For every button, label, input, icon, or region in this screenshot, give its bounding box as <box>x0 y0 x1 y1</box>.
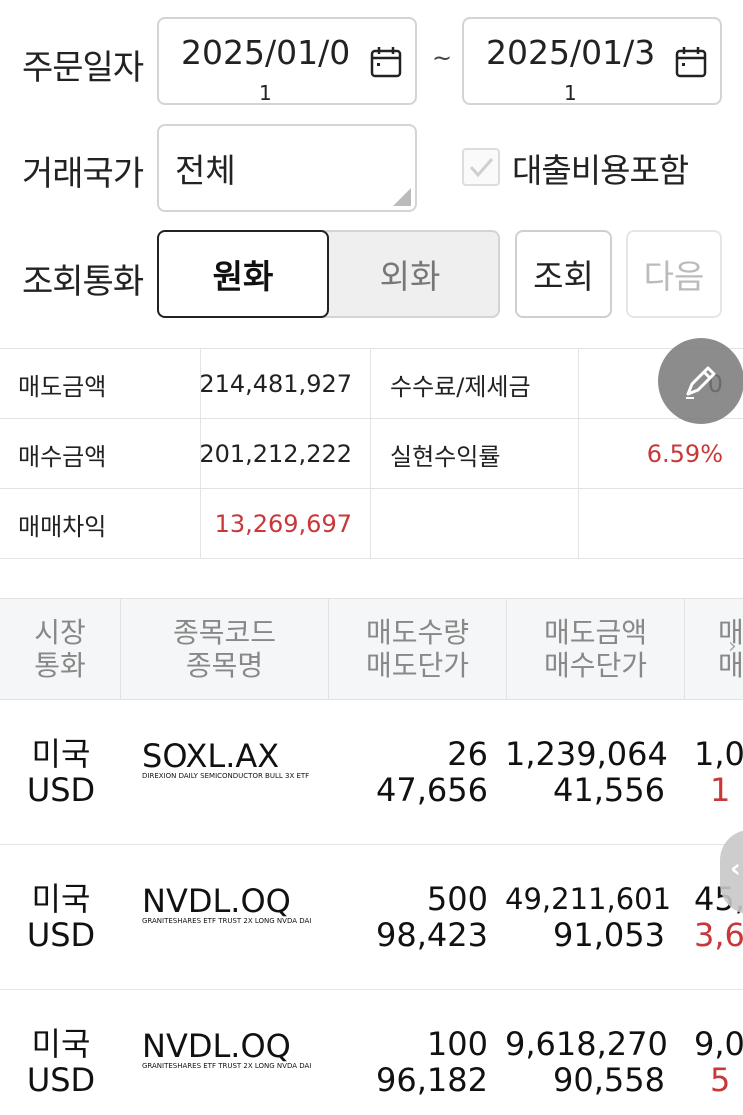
summary-table: 매도금액 214,481,927 수수료/제세금 0 매수금액 201,212,… <box>0 348 743 559</box>
trade-table-header: 시장 통화 종목코드 종목명 매도수량 매도단가 매도금액 매수단가 매 매 <box>0 598 743 700</box>
calendar-icon[interactable] <box>674 45 708 79</box>
market: 미국 <box>31 1025 91 1063</box>
end-date-value: 2025/01/3 <box>486 33 656 72</box>
sell-qty: 26 <box>447 735 488 773</box>
start-date-value: 2025/01/0 <box>181 33 351 72</box>
summary-row: 매수금액 201,212,222 실현수익률 6.59% <box>0 419 743 489</box>
sell-amount-buy-price-cell: 9,618,270 90,558 <box>505 1025 668 1099</box>
chevron-left-icon: ‹ <box>730 854 741 884</box>
sell-qty-price-cell: 500 98,423 <box>330 881 488 953</box>
summary-label: 매매차익 <box>18 512 107 541</box>
sell-qty-price-cell: 100 96,182 <box>330 1026 488 1098</box>
stock-code: NVDL.OQ <box>142 1027 291 1065</box>
calendar-icon[interactable] <box>369 45 403 79</box>
truncated-top: 9,0 <box>694 1025 743 1063</box>
pencil-icon <box>686 366 716 399</box>
buy-price: 90,558 <box>553 1061 665 1099</box>
stock-code: NVDL.OQ <box>142 882 291 920</box>
header-line: 매도수량 <box>365 616 470 649</box>
market-cell: 미국 USD <box>26 881 96 953</box>
truncated-cell: 9,0 5 <box>694 1026 743 1098</box>
col-code-name[interactable]: 종목코드 종목명 <box>121 599 329 699</box>
col-market-currency[interactable]: 시장 통화 <box>0 599 121 699</box>
stock-name: DIREXION DAILY SEMICONDUCTOR BULL 3X ETF <box>142 772 310 780</box>
buy-price: 41,556 <box>553 771 665 809</box>
summary-value: 201,212,222 <box>199 440 352 468</box>
market: 미국 <box>31 880 91 918</box>
header-line: 통화 <box>34 649 86 682</box>
summary-value: 6.59% <box>646 440 723 468</box>
sell-price: 47,656 <box>376 771 488 809</box>
table-row[interactable]: 미국 USD NVDL.OQ GRANITESHARES ETF TRUST 2… <box>0 845 743 990</box>
summary-value <box>580 489 723 559</box>
stock-name: GRANITESHARES ETF TRUST 2X LONG NVDA DAI <box>142 1062 312 1070</box>
summary-label: 매도금액 <box>18 372 107 401</box>
sell-amount: 49,211,601 <box>505 882 672 916</box>
currency: USD <box>26 771 96 809</box>
sell-price: 98,423 <box>376 916 488 954</box>
truncated-bottom: 1 <box>710 771 731 809</box>
stock-code: SOXL.AX <box>142 737 280 775</box>
sell-amount: 9,618,270 <box>505 1025 668 1063</box>
sell-price: 96,182 <box>376 1061 488 1099</box>
sell-qty: 500 <box>426 880 488 918</box>
truncated-cell: 1,0 1 <box>694 736 743 808</box>
currency-label: 조회통화 <box>22 262 144 302</box>
summary-label: 수수료/제세금 <box>390 372 531 401</box>
loan-cost-checkbox[interactable] <box>462 148 500 186</box>
header-line: 시장 <box>34 616 86 649</box>
date-range-separator: ~ <box>432 44 453 72</box>
sell-amount-buy-price-cell: 1,239,064 41,556 <box>505 735 668 809</box>
summary-value: 214,481,927 <box>199 370 352 398</box>
edit-fab-button[interactable] <box>658 338 743 424</box>
col-sell-amount-buy-price[interactable]: 매도금액 매수단가 <box>507 599 685 699</box>
header-line: 매도금액 <box>543 616 648 649</box>
summary-label: 매수금액 <box>18 442 107 471</box>
summary-value: 13,269,697 <box>214 510 352 538</box>
next-button[interactable]: 다음 <box>626 230 722 318</box>
header-line: 매수단가 <box>543 649 648 682</box>
end-date-field[interactable]: 2025/01/3 1 <box>462 17 722 105</box>
sell-qty-price-cell: 26 47,656 <box>330 736 488 808</box>
sell-amount-buy-price-cell: 49,211,601 91,053 <box>505 881 672 954</box>
header-line: 종목코드 <box>172 616 277 649</box>
market: 미국 <box>31 735 91 773</box>
header-line: 매도단가 <box>365 649 470 682</box>
market-cell: 미국 USD <box>26 736 96 808</box>
end-date-wrap: 1 <box>564 81 577 105</box>
check-icon <box>469 158 494 178</box>
currency-krw-button[interactable]: 원화 <box>157 230 329 318</box>
summary-row: 매매차익 13,269,697 <box>0 489 743 559</box>
resize-grip-icon <box>393 188 411 206</box>
stock-name: GRANITESHARES ETF TRUST 2X LONG NVDA DAI <box>142 917 312 925</box>
currency: USD <box>26 916 96 954</box>
table-row[interactable]: 미국 USD NVDL.OQ GRANITESHARES ETF TRUST 2… <box>0 990 743 1115</box>
order-date-label: 주문일자 <box>22 48 144 88</box>
truncated-bottom: 5 <box>710 1061 731 1099</box>
buy-price: 91,053 <box>553 916 665 954</box>
summary-label: 실현수익률 <box>390 442 501 471</box>
loan-cost-label[interactable]: 대출비용포함 <box>512 144 689 192</box>
truncated-top: 1,0 <box>694 735 743 773</box>
sell-qty: 100 <box>426 1025 488 1063</box>
start-date-wrap: 1 <box>259 81 272 105</box>
sell-amount: 1,239,064 <box>505 735 668 773</box>
market-cell: 미국 USD <box>26 1026 96 1098</box>
country-select[interactable]: 전체 <box>157 124 417 212</box>
currency-fx-button[interactable]: 외화 <box>322 230 500 318</box>
currency: USD <box>26 1061 96 1099</box>
summary-row: 매도금액 214,481,927 수수료/제세금 0 <box>0 349 743 419</box>
truncated-bottom: 3,6 <box>694 916 743 954</box>
header-line: 종목명 <box>185 649 264 682</box>
col-sell-qty-price[interactable]: 매도수량 매도단가 <box>329 599 507 699</box>
chevron-right-icon: › <box>728 634 737 659</box>
query-button[interactable]: 조회 <box>515 230 612 318</box>
country-value: 전체 <box>175 151 236 190</box>
country-label: 거래국가 <box>22 154 144 194</box>
table-row[interactable]: 미국 USD SOXL.AX DIREXION DAILY SEMICONDUC… <box>0 700 743 845</box>
start-date-field[interactable]: 2025/01/0 1 <box>157 17 417 105</box>
